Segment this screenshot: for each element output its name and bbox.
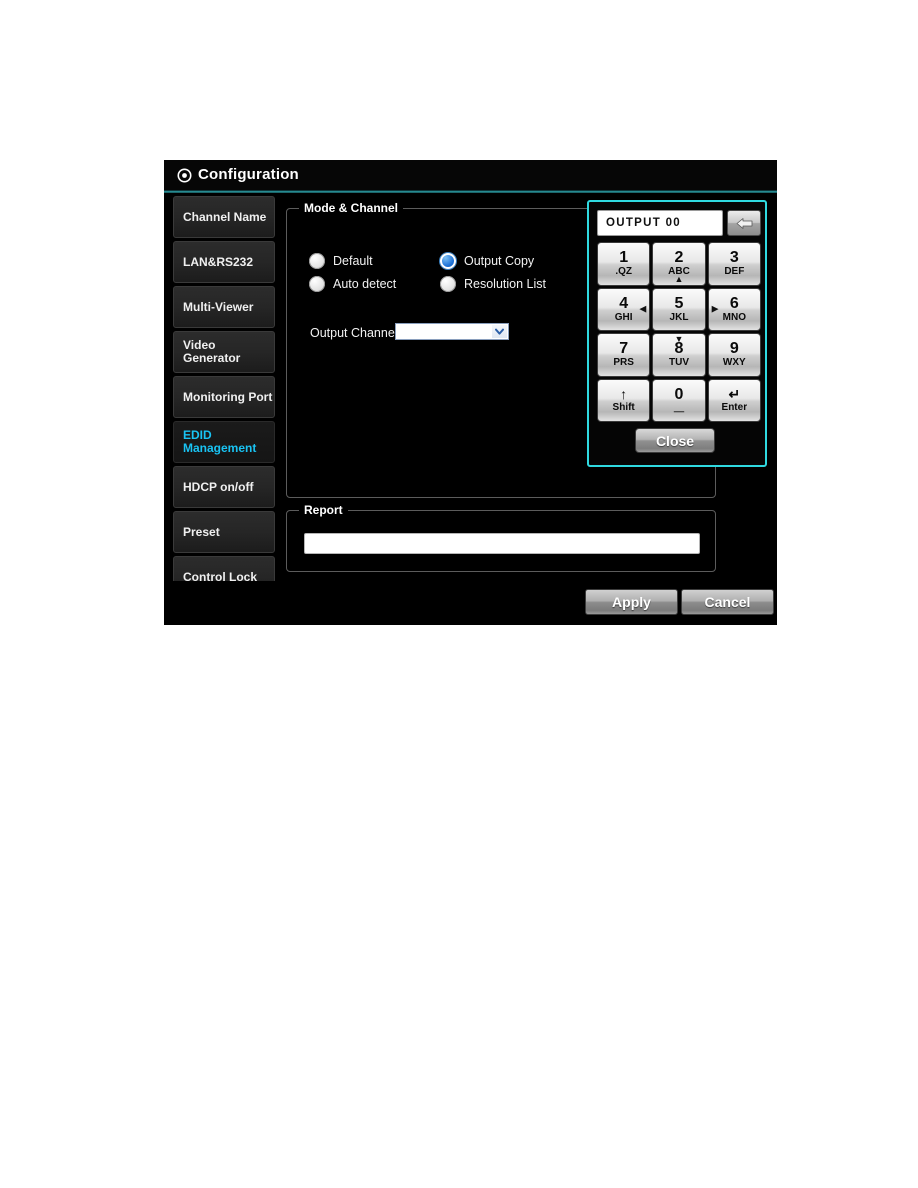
- output-channel-select[interactable]: [395, 323, 509, 340]
- arrow-down-icon: ▼: [674, 334, 684, 344]
- report-input[interactable]: [304, 533, 700, 554]
- return-arrow-icon: ↵: [728, 385, 741, 402]
- radio-resolution-list[interactable]: Resolution List: [440, 276, 546, 292]
- key-letters: TUV: [668, 357, 689, 369]
- key-letters: DEF: [724, 266, 745, 278]
- key-number: 5: [674, 294, 684, 312]
- key-number: 1: [619, 249, 629, 267]
- sidebar-item-label: Preset: [183, 524, 220, 539]
- target-gear-icon: [177, 168, 192, 183]
- radio-auto-detect[interactable]: Auto detect: [309, 276, 396, 292]
- sidebar-item-channel-name[interactable]: Channel Name: [173, 196, 275, 238]
- sidebar-item-monitoring-port[interactable]: Monitoring Port: [173, 376, 275, 418]
- key-9[interactable]: 9 WXY: [707, 333, 761, 377]
- keypad-display[interactable]: OUTPUT 00: [597, 210, 723, 236]
- chevron-down-icon: [492, 325, 507, 338]
- sidebar-item-multi-viewer[interactable]: Multi-Viewer: [173, 286, 275, 328]
- key-number: 2: [674, 249, 684, 267]
- radio-label: Default: [333, 254, 373, 268]
- sidebar-item-edid-management[interactable]: EDID Management: [173, 421, 275, 463]
- key-5[interactable]: 5 JKL: [652, 287, 706, 331]
- key-0[interactable]: 0 ＿: [652, 378, 706, 422]
- backspace-button[interactable]: [727, 210, 761, 236]
- sidebar-item-label: Multi-Viewer: [183, 299, 254, 314]
- sidebar-item-lan-rs232[interactable]: LAN&RS232: [173, 241, 275, 283]
- key-number: 6: [729, 294, 739, 312]
- close-button[interactable]: Close: [635, 428, 715, 453]
- sidebar-item-label: Monitoring Port: [183, 389, 273, 404]
- key-letters: MNO: [722, 311, 746, 323]
- device-ui-window: Configuration ON OF: [164, 160, 777, 625]
- mode-channel-legend: Mode & Channel: [299, 201, 404, 215]
- numeric-keypad-panel: OUTPUT 00 1 .QZ 2 ABC ▲ 3 DEF 4 GHI ◀ 5 …: [587, 200, 767, 467]
- report-legend: Report: [299, 503, 348, 517]
- key-number: 0: [674, 385, 684, 403]
- key-3[interactable]: 3 DEF: [707, 242, 761, 286]
- keypad-grid: 1 .QZ 2 ABC ▲ 3 DEF 4 GHI ◀ 5 JKL 6 MNO …: [597, 242, 761, 422]
- arrow-right-icon: ▶: [711, 303, 719, 314]
- key-1[interactable]: 1 .QZ: [597, 242, 651, 286]
- key-number: 4: [619, 294, 629, 312]
- sidebar-item-label: LAN&RS232: [183, 254, 254, 269]
- page-title: Configuration: [198, 166, 299, 183]
- window-footer: Apply Cancel: [164, 581, 777, 625]
- sidebar-item-label: HDCP on/off: [183, 479, 254, 494]
- key-letters: WXY: [722, 357, 746, 369]
- window-title-bar: Configuration ON OF: [164, 160, 777, 190]
- output-channel-label: Output Channel: [310, 326, 398, 340]
- key-number: 9: [729, 340, 739, 358]
- key-4[interactable]: 4 GHI ◀: [597, 287, 651, 331]
- key-letters: GHI: [614, 311, 633, 323]
- arrow-up-shift-icon: ↑: [620, 385, 628, 402]
- sidebar-item-label: Video Generator: [183, 338, 241, 365]
- key-label: Shift: [612, 401, 635, 413]
- backspace-arrow-icon: [736, 217, 752, 229]
- radio-dot-icon: [440, 276, 456, 292]
- radio-label: Output Copy: [464, 254, 535, 268]
- radio-output-copy[interactable]: Output Copy: [440, 253, 534, 269]
- cancel-button[interactable]: Cancel: [681, 589, 774, 615]
- sidebar-item-preset[interactable]: Preset: [173, 511, 275, 553]
- sidebar-item-video-generator[interactable]: Video Generator: [173, 331, 275, 373]
- key-7[interactable]: 7 PRS: [597, 333, 651, 377]
- sidebar-nav: Channel Name LAN&RS232 Multi-Viewer Vide…: [173, 196, 275, 600]
- key-label: Enter: [721, 401, 748, 413]
- key-letters: PRS: [613, 357, 634, 369]
- radio-label: Resolution List: [464, 277, 546, 291]
- sidebar-item-hdcp-on-off[interactable]: HDCP on/off: [173, 466, 275, 508]
- key-6[interactable]: 6 MNO ▶: [707, 287, 761, 331]
- key-space-icon: ＿: [673, 402, 684, 414]
- radio-dot-icon: [309, 276, 325, 292]
- key-letters: JKL: [669, 311, 689, 323]
- key-letters: .QZ: [615, 266, 632, 278]
- title-accent-divider: [164, 190, 777, 193]
- sidebar-item-label: Channel Name: [183, 209, 267, 224]
- arrow-up-icon: ▲: [674, 273, 684, 284]
- radio-label: Auto detect: [333, 277, 397, 291]
- key-number: 7: [619, 340, 629, 358]
- radio-dot-selected-icon: [440, 253, 456, 269]
- arrow-left-icon: ◀: [639, 303, 647, 314]
- radio-dot-icon: [309, 253, 325, 269]
- key-2[interactable]: 2 ABC ▲: [652, 242, 706, 286]
- key-number: 3: [729, 249, 739, 267]
- sidebar-item-label: EDID Management: [183, 428, 257, 455]
- report-group: Report: [286, 503, 716, 572]
- key-enter[interactable]: ↵ Enter: [707, 378, 761, 422]
- apply-button[interactable]: Apply: [585, 589, 678, 615]
- key-8[interactable]: ▼ 8 TUV: [652, 333, 706, 377]
- key-shift[interactable]: ↑ Shift: [597, 378, 651, 422]
- radio-default[interactable]: Default: [309, 253, 373, 269]
